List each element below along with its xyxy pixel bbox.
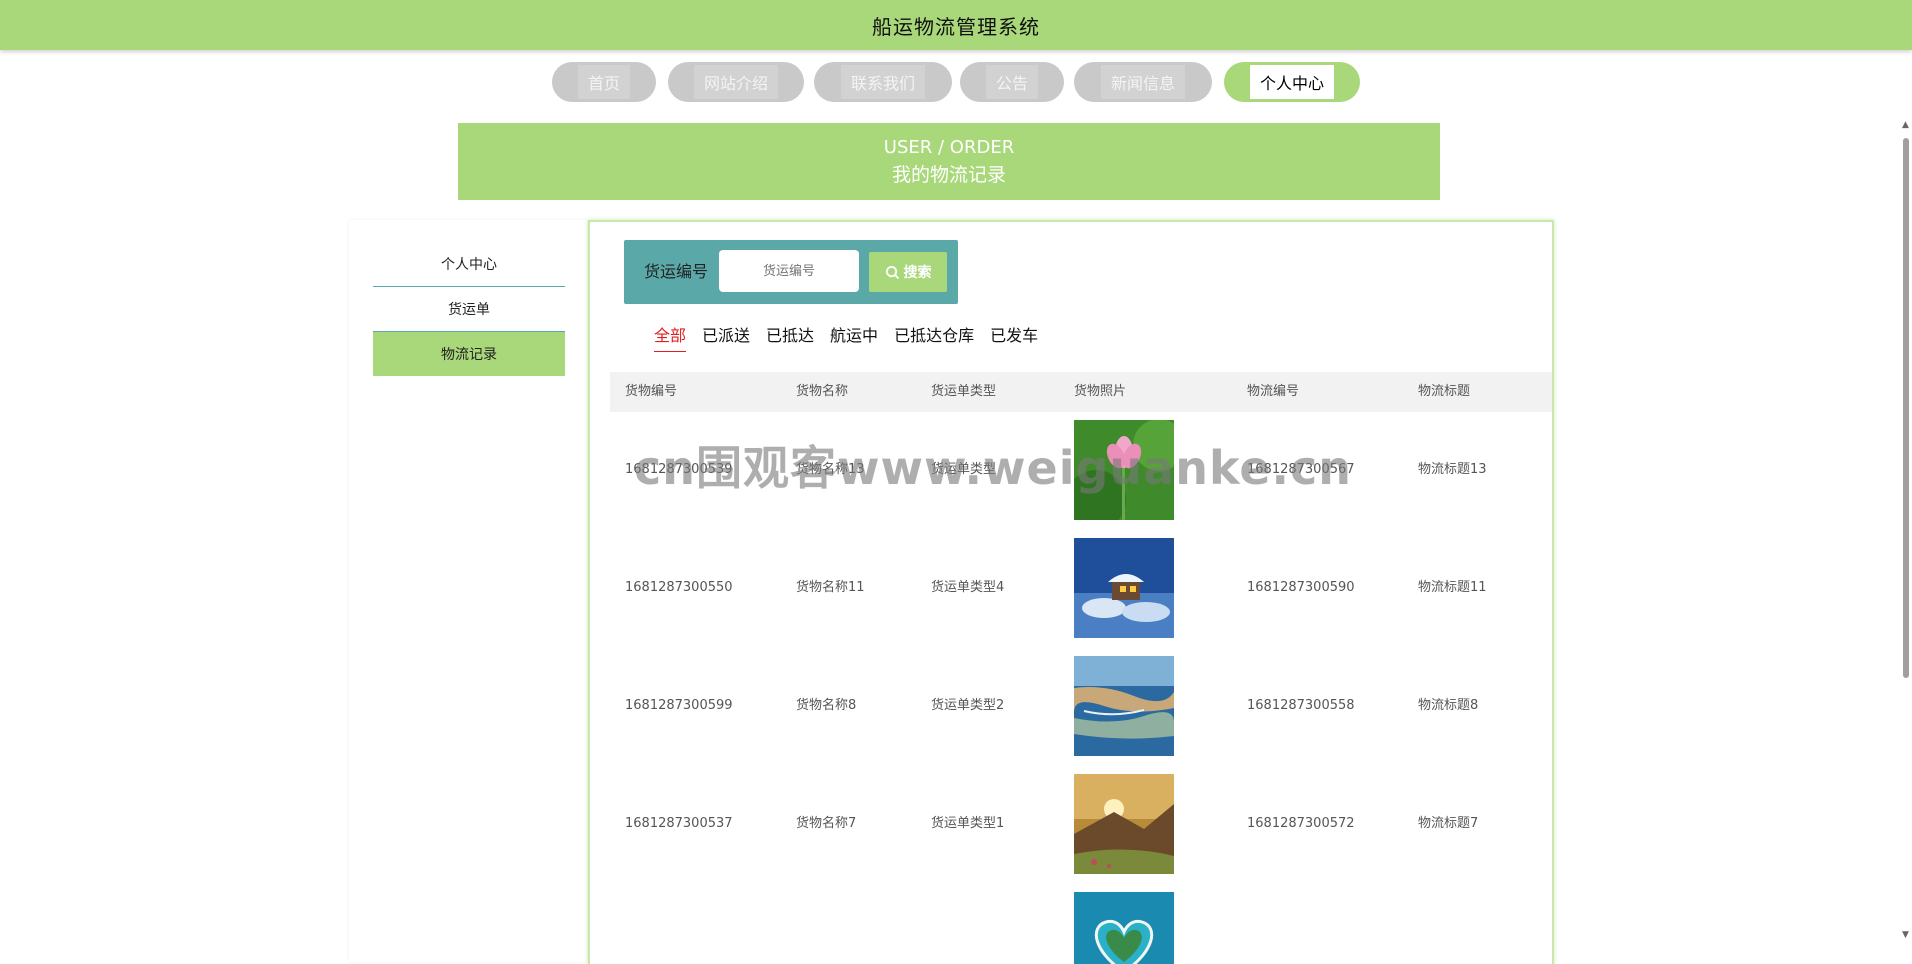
sidebar-item-logistics-records[interactable]: 物流记录 <box>373 332 565 376</box>
goods-no-cell: 1681287300537 <box>625 816 733 831</box>
nav-item-about[interactable]: 网站介绍 <box>668 62 804 102</box>
column-header: 货物名称 <box>796 384 849 399</box>
column-header: 物流编号 <box>1247 384 1300 399</box>
goods-photo-heart-island[interactable] <box>1074 892 1174 964</box>
sidebar-item-label: 物流记录 <box>441 347 497 363</box>
search-button-label: 搜索 <box>903 265 932 281</box>
tab-arrived[interactable]: 已抵达 <box>766 322 814 352</box>
logistics-title-cell: 物流标题13 <box>1418 462 1487 477</box>
goods-photo-snow-cabin[interactable] <box>1074 538 1174 638</box>
waybill-type-cell: 货运单类型1 <box>931 816 1005 831</box>
goods-photo-aerial-coast[interactable] <box>1074 656 1174 756</box>
table-row[interactable]: 1681287300599 货物名称8 货运单类型2 1681287300558… <box>610 656 1552 774</box>
main-panel: 货运编号 搜索 全部 已派送 已抵达 航运中 已抵达仓库 已发车 货物编号 货物… <box>588 220 1554 964</box>
sidebar-item-user-center[interactable]: 个人中心 <box>373 242 565 287</box>
search-label: 货运编号 <box>644 262 709 281</box>
nav-item-label: 个人中心 <box>1249 65 1334 99</box>
nav-item-label: 网站介绍 <box>693 65 778 99</box>
goods-photo-mountain-sunset[interactable] <box>1074 774 1174 874</box>
logistics-no-cell: 1681287300572 <box>1247 816 1355 831</box>
column-header: 货物编号 <box>625 384 678 399</box>
goods-name-cell: 货物名称11 <box>796 580 865 595</box>
sidebar-item-label: 货运单 <box>448 302 490 318</box>
nav-item-user-center[interactable]: 个人中心 <box>1224 62 1360 102</box>
column-header: 货运单类型 <box>931 384 997 399</box>
table-row[interactable]: 1681287300537 货物名称7 货运单类型1 1681287300572… <box>610 774 1552 892</box>
search-icon <box>885 265 899 279</box>
waybill-type-cell: 货运单类型2 <box>931 698 1005 713</box>
tab-dispatched[interactable]: 已派送 <box>702 322 750 352</box>
scroll-up-arrow-icon[interactable]: ▲ <box>1902 120 1909 130</box>
main-nav: 首页 网站介绍 联系我们 公告 新闻信息 个人中心 <box>0 62 1912 102</box>
site-title: 船运物流管理系统 <box>872 14 1040 39</box>
scroll-down-arrow-icon[interactable]: ▼ <box>1902 930 1909 940</box>
table-row[interactable]: 1681287300550 货物名称11 货运单类型4 168128730059… <box>610 538 1552 656</box>
search-button[interactable]: 搜索 <box>869 252 947 292</box>
goods-name-cell: 货物名称8 <box>796 698 857 713</box>
table-header: 货物编号 货物名称 货运单类型 货物照片 物流编号 物流标题 <box>610 372 1552 412</box>
banner-title: 我的物流记录 <box>891 163 1006 186</box>
nav-item-contact[interactable]: 联系我们 <box>814 62 952 102</box>
logistics-no-cell: 1681287300590 <box>1247 580 1355 595</box>
top-bar: 船运物流管理系统 <box>0 0 1912 50</box>
nav-item-label: 公告 <box>985 65 1038 99</box>
column-header: 货物照片 <box>1074 384 1127 399</box>
nav-item-label: 联系我们 <box>840 65 925 99</box>
nav-item-label: 新闻信息 <box>1100 65 1185 99</box>
column-header: 物流标题 <box>1418 384 1471 399</box>
banner-subtitle: USER / ORDER <box>883 136 1015 158</box>
page-banner: USER / ORDER 我的物流记录 <box>458 123 1440 200</box>
search-input[interactable] <box>719 250 859 292</box>
search-bar: 货运编号 搜索 <box>624 240 958 304</box>
tab-arrived-warehouse[interactable]: 已抵达仓库 <box>894 322 974 352</box>
tab-departed[interactable]: 已发车 <box>990 322 1038 352</box>
goods-no-cell: 1681287300599 <box>625 698 733 713</box>
logistics-no-cell: 1681287300558 <box>1247 698 1355 713</box>
logistics-title-cell: 物流标题7 <box>1418 816 1479 831</box>
nav-item-notice[interactable]: 公告 <box>960 62 1064 102</box>
sidebar: 个人中心 货运单 物流记录 <box>349 220 587 962</box>
table-row[interactable] <box>610 892 1552 964</box>
nav-item-label: 首页 <box>577 65 630 99</box>
nav-item-home[interactable]: 首页 <box>552 62 656 102</box>
logistics-title-cell: 物流标题8 <box>1418 698 1479 713</box>
tab-all[interactable]: 全部 <box>654 322 687 352</box>
scrollbar-thumb[interactable] <box>1903 138 1909 678</box>
status-tabs: 全部 已派送 已抵达 航运中 已抵达仓库 已发车 <box>654 322 1054 352</box>
goods-no-cell: 1681287300550 <box>625 580 733 595</box>
logistics-title-cell: 物流标题11 <box>1418 580 1487 595</box>
sidebar-item-label: 个人中心 <box>441 257 497 273</box>
tab-shipping[interactable]: 航运中 <box>830 322 878 352</box>
page-scrollbar[interactable]: ▲ ▼ <box>1900 118 1912 940</box>
goods-name-cell: 货物名称7 <box>796 816 857 831</box>
waybill-type-cell: 货运单类型4 <box>931 580 1005 595</box>
nav-item-news[interactable]: 新闻信息 <box>1074 62 1212 102</box>
sidebar-item-waybill[interactable]: 货运单 <box>373 287 565 332</box>
watermark-text: cn围观客www.weiguanke.cn <box>634 441 1353 495</box>
